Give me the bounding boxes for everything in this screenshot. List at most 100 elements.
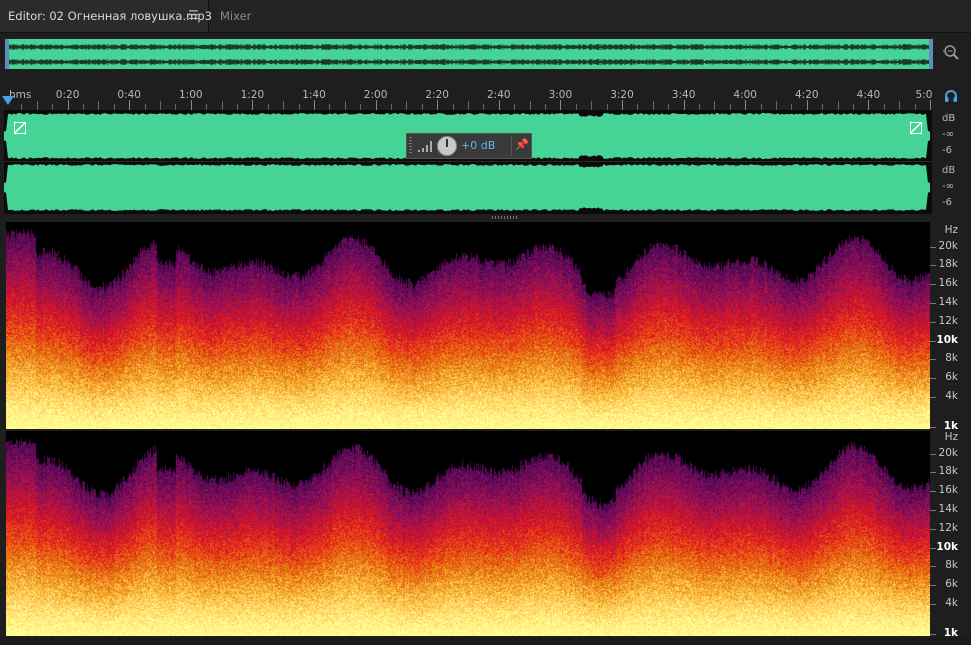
spectrogram-channel-2[interactable] (6, 431, 930, 636)
hud-grip[interactable] (409, 137, 412, 155)
ruler-minor-tick (406, 101, 408, 110)
ruler-major-tick (868, 100, 870, 110)
headphone-monitor-icon[interactable] (944, 89, 958, 103)
frequency-label: 4k (945, 597, 958, 609)
ruler-major-tick (190, 100, 192, 110)
ruler-minor-tick (160, 101, 161, 110)
ruler-minor-tick (652, 101, 654, 110)
ruler-major-tick (806, 100, 808, 110)
tab-mixer[interactable]: Mixer (220, 9, 251, 23)
frequency-tick (930, 247, 936, 248)
frequency-label: 18k (938, 258, 958, 270)
ruler-major-tick (745, 100, 747, 110)
tab-editor-label: Editor: 02 Огненная ловушка.mp3 (8, 9, 212, 23)
ruler-major-tick (930, 100, 931, 110)
ruler-minor-tick (714, 101, 716, 110)
ruler-major-tick (622, 100, 623, 110)
ruler-minor-tick (776, 101, 777, 110)
frequency-label: 6k (945, 578, 958, 590)
frequency-tick (930, 566, 936, 567)
amp-neg-inf-ch2: -∞ (942, 181, 954, 192)
waveform-channels (4, 113, 932, 211)
frequency-label: 20k (938, 240, 958, 252)
amp-minus6-ch2: -6 (942, 197, 952, 208)
frequency-tick (930, 634, 936, 635)
frequency-tick (930, 548, 936, 549)
frequency-tick (930, 454, 936, 455)
tab-editor[interactable]: Editor: 02 Огненная ловушка.mp3 ☰ (0, 0, 212, 32)
amp-neg-inf-ch1: -∞ (942, 129, 954, 140)
ruler-major-tick (314, 100, 315, 110)
frequency-label: 10k (936, 334, 958, 346)
ruler-minor-tick (468, 101, 469, 110)
time-ruler[interactable]: hms 0:20 0:40 1:00 1:20 1:40 2:00 2:20 2:40 3:00… (0, 84, 936, 110)
frequency-tick (930, 397, 936, 398)
frequency-label: 20k (938, 447, 958, 459)
ruler-minor-tick (36, 101, 38, 110)
ruler-major-tick (252, 100, 254, 110)
frequency-tick (930, 529, 936, 530)
frequency-label: 6k (945, 371, 958, 383)
view-splitter-handle[interactable] (492, 216, 518, 219)
ruler-minor-tick (344, 101, 346, 110)
frequency-tick (930, 265, 936, 266)
zoom-magnifier-icon[interactable] (942, 44, 960, 62)
frequency-tick (930, 284, 936, 285)
spectrogram-channel-1[interactable] (6, 222, 930, 429)
amp-minus6-ch1: -6 (942, 145, 952, 156)
pin-icon[interactable]: 📌 (515, 138, 529, 152)
frequency-label: 8k (945, 352, 958, 364)
frequency-label: 14k (938, 296, 958, 308)
gain-value[interactable]: +0 dB (461, 139, 495, 152)
frequency-label: 4k (945, 390, 958, 402)
frequency-label: 10k (936, 541, 958, 553)
bottom-bar (0, 638, 971, 645)
frequency-label: 8k (945, 559, 958, 571)
frequency-tick (930, 604, 936, 605)
amp-unit-ch2: dB (942, 165, 956, 176)
frequency-label: 18k (938, 465, 958, 477)
frequency-tick (930, 427, 936, 428)
level-meter-icon (418, 141, 432, 152)
fade-out-handle[interactable] (910, 122, 922, 134)
frequency-tick (930, 585, 936, 586)
frequency-label: 16k (938, 484, 958, 496)
ruler-major-tick (129, 100, 131, 110)
frequency-tick (930, 341, 936, 342)
frequency-tick (930, 359, 936, 360)
frequency-label: 12k (938, 315, 958, 327)
overview-waveform (5, 39, 933, 69)
ruler-major-tick (437, 100, 439, 110)
ruler-minor-tick (529, 101, 531, 110)
frequency-tick (930, 491, 936, 492)
hud-divider (511, 136, 512, 156)
ruler-minor-tick (221, 101, 223, 110)
frequency-label: Hz (944, 224, 958, 236)
frequency-label: 14k (938, 503, 958, 515)
gain-knob[interactable] (437, 136, 457, 156)
ruler-minor-tick (591, 101, 593, 110)
ruler-major-tick (375, 100, 377, 110)
playhead-marker-icon[interactable] (2, 96, 14, 105)
ruler-major-tick (560, 100, 562, 110)
volume-hud[interactable]: +0 dB 📌 (406, 133, 532, 159)
frequency-tick (930, 303, 936, 304)
frequency-label: 12k (938, 522, 958, 534)
hamburger-menu-icon[interactable]: ☰ (188, 8, 199, 22)
ruler-major-tick (683, 100, 685, 110)
frequency-tick (930, 378, 936, 379)
ruler-major-tick (498, 100, 500, 110)
frequency-label: 16k (938, 277, 958, 289)
ruler-major-tick (67, 100, 69, 110)
overview-navigator[interactable] (4, 38, 934, 70)
frequency-tick (930, 322, 936, 323)
ruler-minor-tick (837, 101, 839, 110)
frequency-tick (930, 472, 936, 473)
ruler-minor-tick (98, 101, 100, 110)
fade-in-handle[interactable] (14, 122, 26, 134)
waveform-display[interactable] (4, 110, 932, 214)
amp-unit-ch1: dB (942, 113, 956, 124)
ruler-minor-tick (899, 101, 901, 110)
frequency-tick (930, 510, 936, 511)
frequency-label: Hz (944, 431, 958, 443)
